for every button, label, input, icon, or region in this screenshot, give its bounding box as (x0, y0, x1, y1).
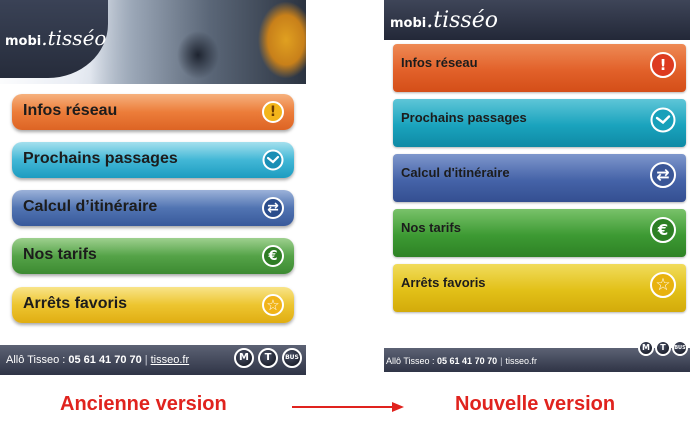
nos-tarifs-label: Nos tarifs (23, 246, 97, 263)
euro-glyph: € (262, 245, 284, 267)
footer-contact: Allô Tisseo : 05 61 41 70 70 | tisseo.fr (386, 356, 537, 366)
new-version-screen: mobi.tisséo Infos réseau ! Prochains pas… (384, 0, 690, 372)
route-arrows-icon: ⇄ (262, 197, 284, 219)
new-footer-bar: Allô Tisseo : 05 61 41 70 70 | tisseo.fr M… (384, 340, 690, 372)
footer-separator: | (144, 354, 148, 366)
tram-badge[interactable]: T (655, 340, 671, 356)
euro-icon: € (650, 217, 676, 243)
logo-word: mobi (5, 34, 42, 49)
footer-label: Allô Tisseo : (6, 354, 69, 366)
clock-icon (650, 107, 676, 136)
logo-script: .tisséo (426, 8, 498, 33)
route-arrows-glyph: ⇄ (650, 162, 676, 188)
tisseo-link[interactable]: tisseo.fr (505, 356, 537, 366)
new-header-bar: mobi.tisséo (384, 0, 690, 40)
star-icon: ☆ (650, 272, 676, 298)
metro-badge[interactable]: M (234, 348, 254, 368)
arrets-favoris-button[interactable]: Arrêts favoris ☆ (393, 264, 686, 312)
infos-reseau-button[interactable]: Infos réseau ! (393, 44, 686, 92)
exclamation-icon: ! (262, 101, 284, 123)
calcul-itineraire-label: Calcul d'itinéraire (401, 165, 510, 180)
bus-badge[interactable]: BUS (672, 340, 688, 356)
arrets-favoris-button[interactable]: Arrêts favoris ☆ (12, 287, 294, 323)
footer-contact: Allô Tisseo : 05 61 41 70 70 | tisseo.fr (6, 354, 189, 366)
new-version-caption: Nouvelle version (455, 393, 616, 415)
logo-word: mobi (390, 16, 427, 31)
logo-script: .tisséo (41, 26, 107, 50)
exclamation-glyph: ! (650, 52, 676, 78)
right-arrow-icon (292, 402, 404, 412)
calcul-itineraire-button[interactable]: Calcul d'itinéraire ⇄ (393, 154, 686, 202)
star-icon: ☆ (262, 294, 284, 316)
old-header-banner: mobi.tisséo (0, 0, 306, 84)
arrets-favoris-label: Arrêts favoris (401, 275, 486, 290)
prochains-passages-label: Prochains passages (401, 110, 527, 125)
calcul-itineraire-button[interactable]: Calcul d’itinéraire ⇄ (12, 190, 294, 226)
exclamation-glyph: ! (262, 101, 284, 123)
bus-badge[interactable]: BUS (282, 348, 302, 368)
euro-icon: € (262, 245, 284, 267)
star-glyph: ☆ (650, 272, 676, 298)
infos-reseau-button[interactable]: Infos réseau ! (12, 94, 294, 130)
arrets-favoris-label: Arrêts favoris (23, 295, 128, 312)
star-glyph: ☆ (262, 294, 284, 316)
mobi-tisseo-logo[interactable]: mobi.tisséo (390, 8, 498, 33)
nos-tarifs-button[interactable]: Nos tarifs € (393, 209, 686, 257)
metro-badge[interactable]: M (638, 340, 654, 356)
infos-reseau-label: Infos réseau (401, 55, 478, 70)
nos-tarifs-label: Nos tarifs (401, 220, 461, 235)
infos-reseau-label: Infos réseau (23, 102, 118, 119)
footer-label: Allô Tisseo : (386, 356, 438, 366)
phone-number[interactable]: 05 61 41 70 70 (437, 356, 497, 366)
route-arrows-icon: ⇄ (650, 162, 676, 188)
header-photo (90, 0, 306, 84)
phone-number[interactable]: 05 61 41 70 70 (68, 354, 141, 366)
clock-icon (262, 149, 284, 176)
calcul-itineraire-label: Calcul d’itinéraire (23, 198, 158, 215)
nos-tarifs-button[interactable]: Nos tarifs € (12, 238, 294, 274)
route-arrows-glyph: ⇄ (262, 197, 284, 219)
exclamation-icon: ! (650, 52, 676, 78)
old-version-screen: mobi.tisséo Infos réseau ! Prochains pas… (0, 0, 306, 375)
tram-badge[interactable]: T (258, 348, 278, 368)
tisseo-link[interactable]: tisseo.fr (151, 354, 190, 366)
old-version-caption: Ancienne version (60, 393, 227, 415)
euro-glyph: € (650, 217, 676, 243)
prochains-passages-button[interactable]: Prochains passages (393, 99, 686, 147)
mobi-tisseo-logo[interactable]: mobi.tisséo (5, 26, 106, 50)
prochains-passages-button[interactable]: Prochains passages (12, 142, 294, 178)
prochains-passages-label: Prochains passages (23, 150, 178, 167)
old-footer-bar: Allô Tisseo : 05 61 41 70 70 | tisseo.fr M… (0, 345, 306, 375)
